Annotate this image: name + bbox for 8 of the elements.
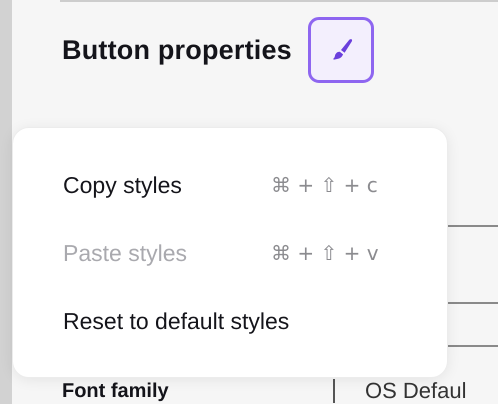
menu-item[interactable]: Copy styles ⌘ + ⇧ + c bbox=[63, 151, 447, 219]
property-value: OS Defaul bbox=[364, 378, 466, 404]
panel-title: Button properties bbox=[62, 34, 292, 66]
shortcut-text: ⌘ + ⇧ + c bbox=[271, 173, 378, 197]
style-button[interactable] bbox=[308, 17, 374, 83]
menu-item[interactable]: Reset to default styles bbox=[63, 287, 447, 355]
shortcut-text: ⌘ + ⇧ + v bbox=[271, 241, 379, 265]
property-label: Font family bbox=[62, 380, 170, 402]
